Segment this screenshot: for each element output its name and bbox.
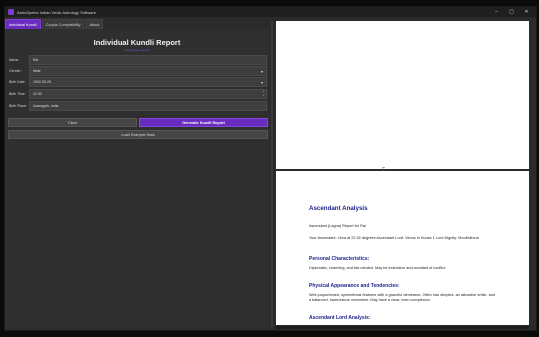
app-logo-icon <box>8 9 14 15</box>
birth-time-label: Birth Time: <box>9 92 26 96</box>
birth-place-value: Azamgarh, India <box>33 104 59 108</box>
minimize-button[interactable]: – <box>489 7 504 17</box>
vertical-scrollbar[interactable] <box>530 21 534 329</box>
chevron-down-icon: ▾ <box>260 80 263 85</box>
mouse-cursor-icon: ⌶ <box>382 167 386 173</box>
section-title: Physical Appearance and Tendencies: <box>309 283 400 289</box>
example-row: Load Example Data <box>8 130 268 139</box>
section-title: Ascendant Lord Analysis: <box>309 315 371 321</box>
report-intro: Ascendant (Lagna) Report for Rai <box>309 224 366 228</box>
section-title: Personal Characteristics: <box>309 256 370 262</box>
birth-place-label: Birth Place: <box>9 104 27 108</box>
birth-date-picker[interactable]: 1992-05-26 ▾ <box>29 77 267 87</box>
window-title: AstroSyntec Indian Vedic Astrology Softw… <box>17 9 96 15</box>
tab-bar: Individual Kundli Couple Compatibility A… <box>5 19 104 30</box>
name-input[interactable]: Rai <box>29 55 267 65</box>
birth-place-row: Birth Place: Azamgarh, India <box>9 101 267 111</box>
horizontal-scrollbar[interactable] <box>276 326 529 329</box>
gender-value: Male <box>33 69 41 73</box>
chevron-down-icon: ▾ <box>260 69 263 74</box>
birth-date-row: Birth Date: 1992-05-26 ▾ <box>9 77 267 87</box>
birth-time-row: Birth Time: 22:30 ▴ ▾ <box>9 89 267 99</box>
name-value: Rai <box>33 58 39 62</box>
section-text: Well-proportioned, symmetrical features … <box>309 293 495 303</box>
app-window: AstroSyntec Indian Vedic Astrology Softw… <box>4 6 537 331</box>
name-label: Name: <box>9 58 20 62</box>
chart-preview-page <box>276 21 529 169</box>
birth-date-label: Birth Date: <box>9 80 26 84</box>
action-buttons: Clear Generate Kundli Report <box>8 118 268 127</box>
birth-time-input[interactable]: 22:30 ▴ ▾ <box>29 89 267 99</box>
page-title: Individual Kundli Report <box>93 38 181 47</box>
window-controls: – ▢ ✕ <box>489 7 534 17</box>
name-row: Name: Rai <box>9 55 267 65</box>
maximize-button[interactable]: ▢ <box>504 7 519 17</box>
report-document: Ascendant Analysis Ascendant (Lagna) Rep… <box>276 171 529 325</box>
gender-label: Gender: <box>9 69 22 73</box>
panel-splitter[interactable] <box>271 21 273 329</box>
section-text: Diplomatic, charming, and fair-minded. M… <box>309 266 447 270</box>
generate-report-button[interactable]: Generate Kundli Report <box>139 118 268 127</box>
spinner-arrows-icon[interactable]: ▴ ▾ <box>263 90 264 98</box>
gender-select[interactable]: Male ▾ <box>29 66 267 76</box>
report-heading: Ascendant Analysis <box>309 205 368 212</box>
birth-place-input[interactable]: Azamgarh, India <box>29 101 267 111</box>
report-summary: Your Ascendant: Libra at 22.92 degrees A… <box>309 236 479 240</box>
load-example-button[interactable]: Load Example Data <box>8 130 268 139</box>
birth-time-value: 22:30 <box>33 92 42 96</box>
title-bar[interactable]: AstroSyntec Indian Vedic Astrology Softw… <box>5 7 536 17</box>
clear-button[interactable]: Clear <box>8 118 137 127</box>
close-button[interactable]: ✕ <box>519 7 534 17</box>
gender-row: Gender: Male ▾ <box>9 66 267 76</box>
page-subtitle: AstroSyntec Kundli <box>124 48 150 52</box>
birth-date-value: 1992-05-26 <box>33 80 51 84</box>
